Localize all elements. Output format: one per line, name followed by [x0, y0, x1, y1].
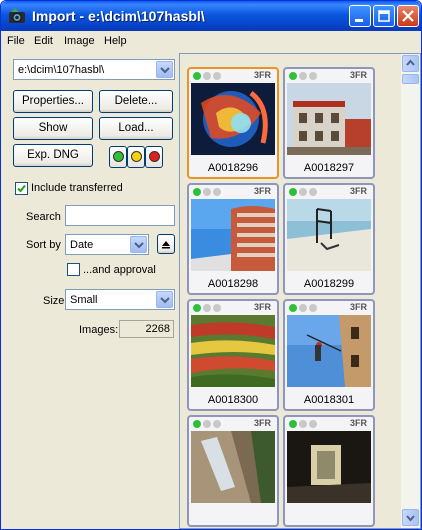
folder-dropdown-button[interactable]	[156, 61, 173, 78]
folder-combo-value: e:\dcim\107hasbl\	[18, 64, 105, 76]
file-type-label: 3FR	[253, 70, 271, 80]
thumbnail-caption: A0018297	[303, 162, 355, 174]
include-transferred-checkbox[interactable]	[15, 182, 28, 195]
thumbnail-card[interactable]: 3FR A0018301	[283, 299, 375, 411]
sort-by-value: Date	[70, 239, 94, 251]
images-count-value: 2268	[145, 323, 170, 335]
menu-help[interactable]: Help	[104, 35, 127, 47]
menu-file[interactable]: File	[7, 35, 25, 47]
sort-ascending-icon	[162, 241, 170, 249]
sort-by-dropdown-button[interactable]	[130, 236, 147, 253]
thumbnail-card[interactable]: 3FR A0018300	[187, 299, 279, 411]
thumbnail-caption: A0018299	[303, 278, 355, 290]
maximize-button[interactable]	[373, 5, 395, 27]
file-type-label: 3FR	[349, 70, 367, 80]
search-label: Search	[26, 211, 61, 223]
delete-button[interactable]: Delete...	[99, 90, 173, 113]
minimize-icon	[355, 19, 363, 22]
file-type-label: 3FR	[253, 418, 271, 428]
thumbnail-image	[191, 315, 275, 387]
sort-direction-button[interactable]	[157, 234, 175, 254]
and-approval-label: ...and approval	[83, 264, 156, 276]
thumbnail-image	[191, 199, 275, 271]
exp-dng-button[interactable]: Exp. DNG	[13, 144, 93, 167]
and-approval-checkbox[interactable]	[67, 263, 80, 276]
thumbnail-card[interactable]: 3FR	[187, 415, 279, 527]
thumbnail-card[interactable]: 3FR A0018299	[283, 183, 375, 295]
size-label: Size	[43, 295, 65, 307]
thumbnail-card[interactable]: 3FR A0018296	[187, 67, 279, 179]
properties-button[interactable]: Properties...	[13, 90, 93, 113]
chevron-up-icon	[406, 59, 415, 66]
scroll-down-button[interactable]	[402, 509, 419, 526]
green-light-icon	[113, 151, 124, 162]
include-transferred-label: Include transferred	[31, 182, 123, 194]
menu-bar: File Edit Image Help	[1, 31, 421, 51]
images-count-box: 2268	[119, 320, 174, 338]
size-value: Small	[70, 294, 98, 306]
yellow-light-icon	[131, 151, 142, 162]
close-button[interactable]	[397, 5, 419, 27]
thumbnail-caption: A0018301	[303, 394, 355, 406]
thumbnail-caption: A0018298	[207, 278, 259, 290]
file-type-label: 3FR	[349, 418, 367, 428]
thumbnail-card[interactable]: 3FR	[283, 415, 375, 527]
import-window: Import - e:\dcim\107hasbl\ File Edit Ima…	[0, 0, 422, 530]
menu-image[interactable]: Image	[64, 35, 95, 47]
maximize-icon	[378, 10, 390, 22]
show-button[interactable]: Show	[13, 117, 93, 140]
menu-edit[interactable]: Edit	[34, 35, 53, 47]
load-button[interactable]: Load...	[99, 117, 173, 140]
chevron-down-icon	[134, 242, 144, 249]
size-combo[interactable]: Small	[65, 289, 175, 310]
chevron-down-icon	[160, 297, 170, 304]
chevron-down-icon	[406, 515, 415, 522]
chevron-down-icon	[160, 67, 170, 74]
thumbnail-image	[287, 83, 371, 155]
red-approval-button[interactable]	[145, 146, 163, 168]
thumbnail-image	[191, 431, 275, 503]
close-icon	[402, 10, 414, 22]
sort-by-combo[interactable]: Date	[65, 234, 149, 255]
size-dropdown-button[interactable]	[156, 291, 173, 308]
images-label: Images:	[79, 324, 119, 336]
checkmark-icon	[17, 184, 26, 193]
thumbnail-image	[287, 315, 371, 387]
app-icon	[9, 8, 25, 23]
thumbnail-scrollbar[interactable]	[401, 54, 420, 528]
file-type-label: 3FR	[253, 302, 271, 312]
thumbnail-image	[287, 199, 371, 271]
sort-by-label: Sort by	[26, 239, 61, 251]
file-type-label: 3FR	[349, 186, 367, 196]
thumbnail-image	[287, 431, 371, 503]
scroll-up-button[interactable]	[402, 55, 419, 72]
yellow-approval-button[interactable]	[127, 146, 145, 168]
red-light-icon	[149, 151, 160, 162]
title-bar[interactable]: Import - e:\dcim\107hasbl\	[1, 1, 421, 31]
green-approval-button[interactable]	[109, 146, 127, 168]
file-type-label: 3FR	[349, 302, 367, 312]
window-title: Import - e:\dcim\107hasbl\	[32, 8, 205, 24]
search-input[interactable]	[65, 205, 175, 226]
minimize-button[interactable]	[349, 5, 371, 27]
thumbnail-card[interactable]: 3FR A0018297	[283, 67, 375, 179]
thumbnail-card[interactable]: 3FR A0018298	[187, 183, 279, 295]
thumbnail-caption: A0018296	[207, 162, 259, 174]
thumbnail-caption: A0018300	[207, 394, 259, 406]
file-type-label: 3FR	[253, 186, 271, 196]
scrollbar-thumb[interactable]	[402, 74, 419, 84]
thumbnail-image	[191, 83, 275, 155]
folder-combo[interactable]: e:\dcim\107hasbl\	[13, 59, 175, 80]
